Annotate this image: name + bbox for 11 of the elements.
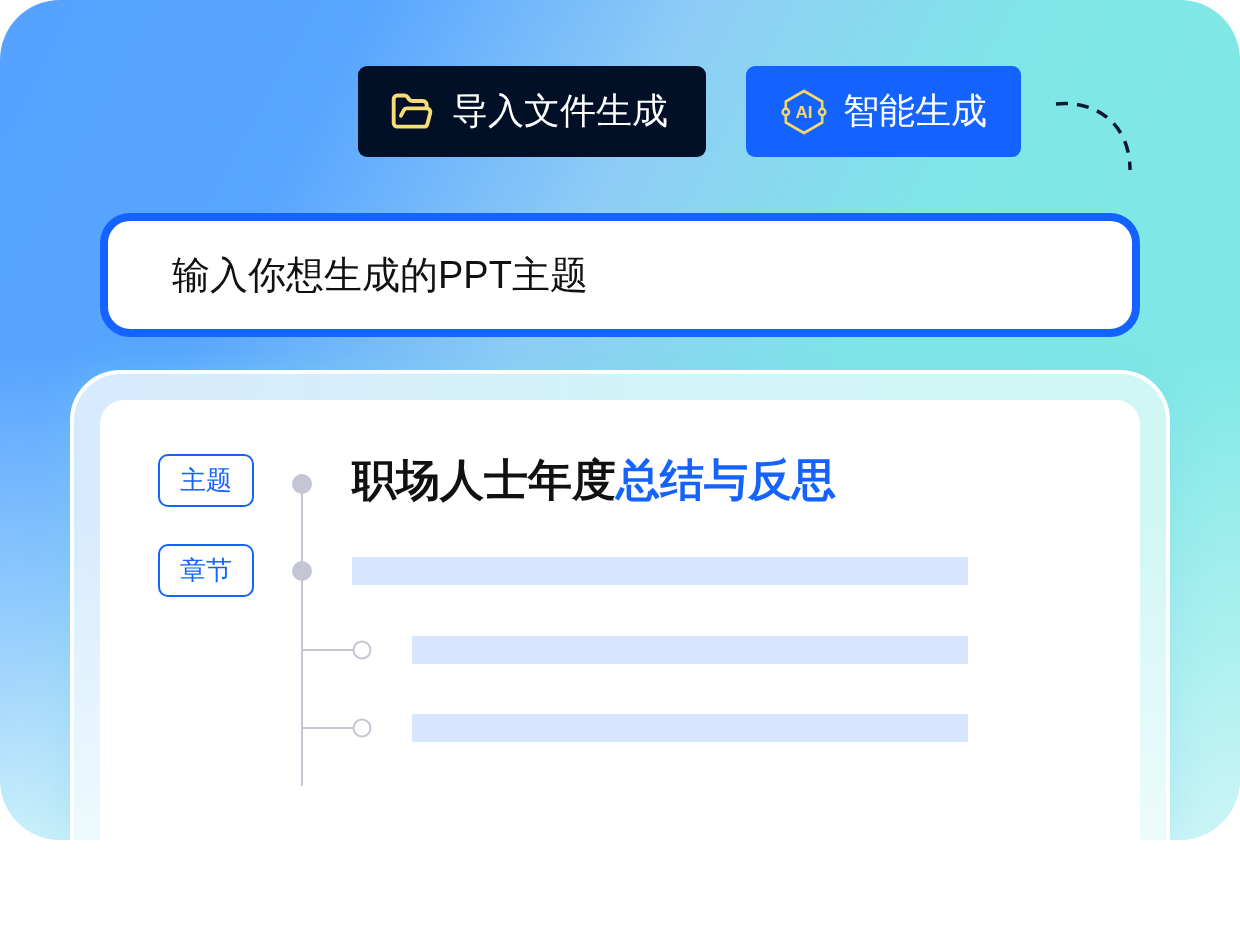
topic-input-field[interactable]: 输入你想生成的PPT主题 [100,213,1140,337]
branch-node-icon [302,717,372,738]
import-file-button[interactable]: 导入文件生成 [358,66,706,157]
smart-generate-button[interactable]: AI 智能生成 [746,66,1021,157]
branch-node-icon [302,639,372,660]
dashed-arc-icon [1054,100,1134,172]
outline-level-tag: 主题 [158,454,254,507]
outline-level-tag: 章节 [158,544,254,597]
timeline-dot-icon [292,473,312,494]
outline-title: 职场人士年度总结与反思 [352,454,836,506]
timeline-dot-icon [292,560,312,581]
